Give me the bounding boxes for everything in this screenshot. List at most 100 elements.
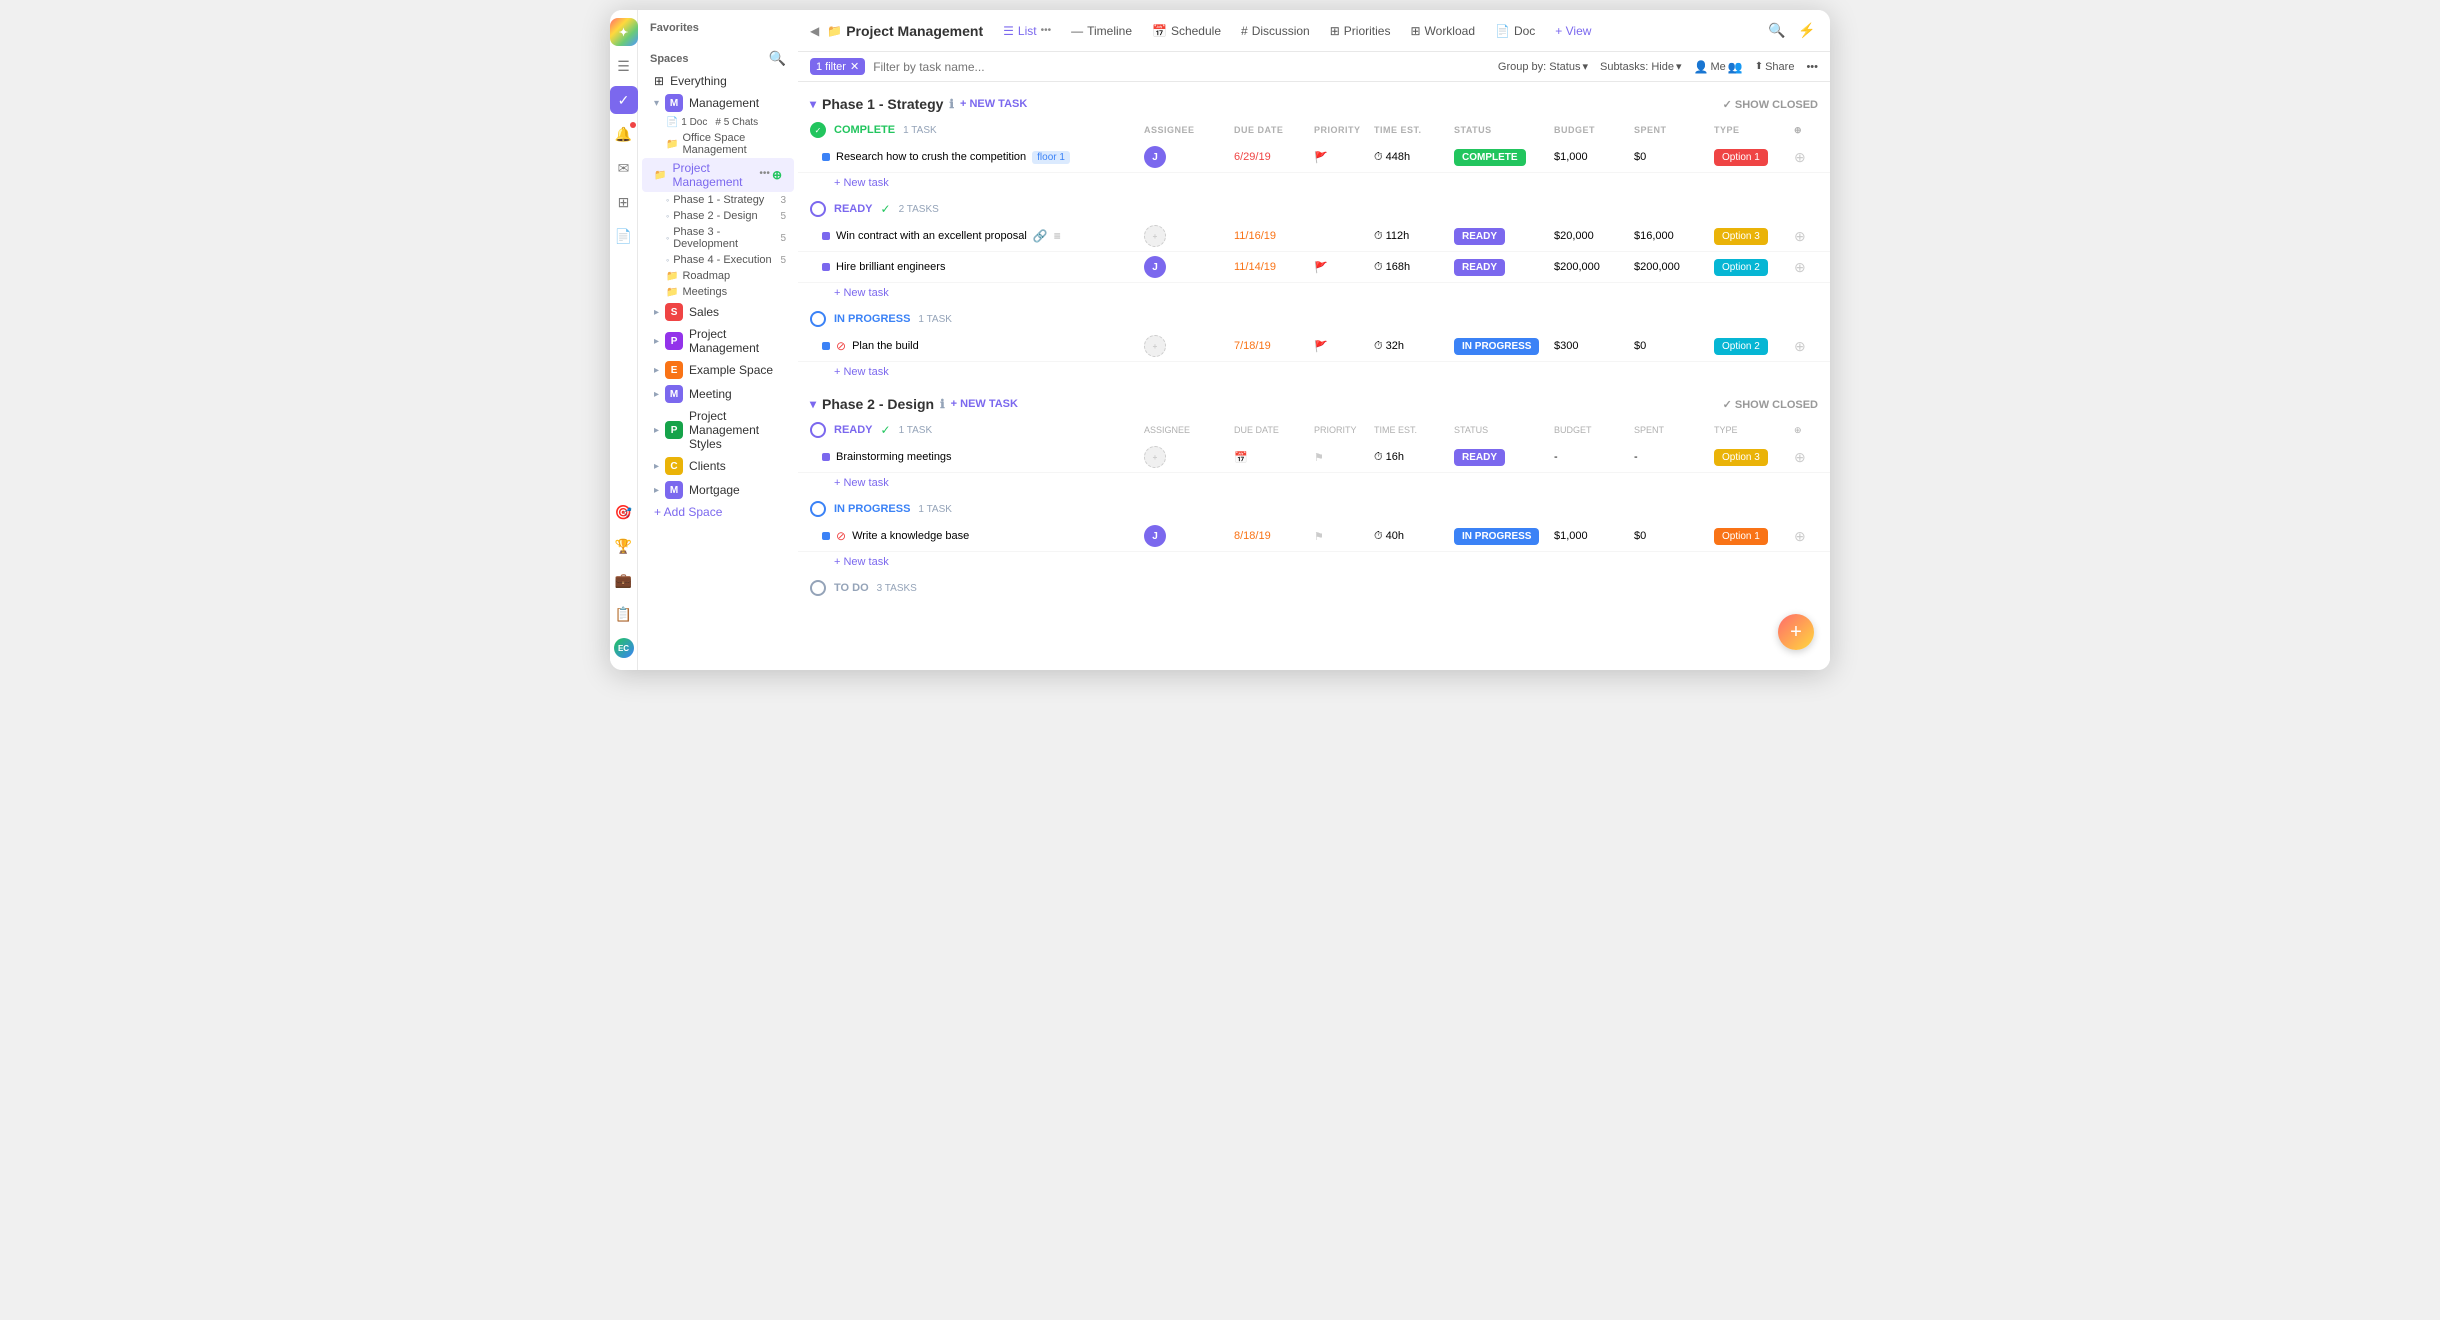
- link-icon[interactable]: 🔗: [1033, 229, 1048, 243]
- sidebar-item-pm-styles[interactable]: ▸ P Project Management Styles: [642, 406, 794, 454]
- group-by-btn[interactable]: Group by: Status ▾: [1498, 60, 1588, 73]
- phase-2-info-icon[interactable]: ℹ: [940, 397, 945, 411]
- row-add-icon[interactable]: ⊕: [1794, 259, 1818, 276]
- task-row: Win contract with an excellent proposal …: [798, 221, 1830, 252]
- spaces-search-icon[interactable]: 🔍: [769, 50, 786, 67]
- sidebar-item-everything[interactable]: ⊞ Everything: [642, 71, 794, 91]
- phase1-complete-header: ✓ COMPLETE 1 TASK ASSIGNEE DUE DATE PRIO…: [798, 118, 1830, 142]
- empty-avatar[interactable]: +: [1144, 335, 1166, 357]
- sidebar-item-sales[interactable]: ▸ S Sales: [642, 300, 794, 324]
- phase-2-collapse[interactable]: ▾: [810, 397, 816, 411]
- add-task-inprogress[interactable]: + New task: [798, 362, 1830, 382]
- phase-2-add-task[interactable]: + NEW TASK: [951, 398, 1018, 410]
- tab-list[interactable]: ☰ List •••: [995, 20, 1059, 42]
- tab-priorities[interactable]: ⊞ Priorities: [1322, 20, 1399, 42]
- sidebar-phase-execution[interactable]: ◦ Phase 4 - Execution 5: [638, 252, 798, 268]
- sidebar-item-office-space[interactable]: 📁 Office Space Management: [638, 130, 798, 158]
- sidebar-phase-development[interactable]: ◦ Phase 3 - Development 5: [638, 224, 798, 252]
- nav-icon-tasks[interactable]: ✓: [610, 86, 638, 114]
- row-add-icon[interactable]: ⊕: [1794, 149, 1818, 166]
- more-options-btn[interactable]: •••: [1806, 61, 1818, 73]
- phase-1-add-task[interactable]: + NEW TASK: [960, 98, 1027, 110]
- sidebar-item-project-management[interactable]: 📁 Project Management ••• ⊕: [642, 158, 794, 192]
- empty-avatar[interactable]: +: [1144, 446, 1166, 468]
- assignee-avatar[interactable]: J: [1144, 525, 1166, 547]
- nav-icon-trophy[interactable]: 🏆: [610, 532, 638, 560]
- priority-cell: 🚩: [1314, 151, 1374, 164]
- assignee-avatar[interactable]: J: [1144, 256, 1166, 278]
- nav-icon-dashboard[interactable]: ⊞: [610, 188, 638, 216]
- tab-discussion[interactable]: # Discussion: [1233, 20, 1318, 42]
- add-task-complete[interactable]: + New task: [798, 173, 1830, 193]
- more-options-icon[interactable]: •••: [759, 168, 770, 182]
- phase-1-info-icon[interactable]: ℹ: [949, 97, 954, 111]
- app-logo[interactable]: ✦: [610, 18, 638, 46]
- sidebar-item-management[interactable]: ▾ M Management: [642, 91, 794, 115]
- priority-cell: ⚑: [1314, 530, 1374, 543]
- time-est-cell: ⏱ 16h: [1374, 451, 1454, 464]
- nav-icon-home[interactable]: ☰: [610, 52, 638, 80]
- add-task-phase2-inprogress[interactable]: + New task: [798, 552, 1830, 572]
- tab-schedule[interactable]: 📅 Schedule: [1144, 20, 1229, 42]
- spent-cell: $0: [1634, 530, 1714, 542]
- sidebar-icon-strip: ✦ ☰ ✓ 🔔 ✉ ⊞ 📄 🎯 🏆 💼 📋 EC: [610, 10, 638, 670]
- filter-options: Group by: Status ▾ Subtasks: Hide ▾ 👤 Me…: [1498, 60, 1818, 74]
- phase-1-collapse[interactable]: ▾: [810, 97, 816, 111]
- tab-workload[interactable]: ⊞ Workload: [1402, 20, 1483, 42]
- phase1-inprogress-header: IN PROGRESS 1 TASK: [798, 307, 1830, 331]
- nav-icon-notifications[interactable]: 🔔: [610, 120, 638, 148]
- sidebar-item-example[interactable]: ▸ E Example Space: [642, 358, 794, 382]
- tab-timeline[interactable]: — Timeline: [1063, 20, 1140, 42]
- add-item-icon[interactable]: ⊕: [772, 168, 782, 182]
- filter-badge[interactable]: 1 filter ✕: [810, 58, 865, 75]
- add-view-btn[interactable]: + View: [1547, 20, 1599, 42]
- phase-1-show-closed[interactable]: ✓ SHOW CLOSED: [1723, 98, 1818, 111]
- add-space-button[interactable]: + Add Space: [642, 502, 794, 522]
- sidebar-item-clients[interactable]: ▸ C Clients: [642, 454, 794, 478]
- phase-2-show-closed[interactable]: ✓ SHOW CLOSED: [1723, 398, 1818, 411]
- me-btn[interactable]: 👤 Me 👥: [1694, 60, 1743, 74]
- row-add-icon[interactable]: ⊕: [1794, 449, 1818, 466]
- search-btn[interactable]: 🔍: [1766, 20, 1788, 42]
- task-row: ⊘ Plan the build + 7/18/19 🚩 ⏱ 32h IN: [798, 331, 1830, 362]
- nav-icon-briefcase[interactable]: 💼: [610, 566, 638, 594]
- user-avatar-small[interactable]: EC: [610, 634, 638, 662]
- empty-avatar[interactable]: +: [1144, 225, 1166, 247]
- sidebar-phase-design[interactable]: ◦ Phase 2 - Design 5: [638, 208, 798, 224]
- subtasks-btn[interactable]: Subtasks: Hide ▾: [1600, 60, 1682, 73]
- lightning-btn[interactable]: ⚡: [1796, 20, 1818, 42]
- nav-icon-doc2[interactable]: 📋: [610, 600, 638, 628]
- sidebar-item-meeting[interactable]: ▸ M Meeting: [642, 382, 794, 406]
- share-btn[interactable]: ⬆ Share: [1755, 61, 1795, 73]
- sidebar-phase-strategy[interactable]: ◦ Phase 1 - Strategy 3: [638, 192, 798, 208]
- row-add-icon[interactable]: ⊕: [1794, 338, 1818, 355]
- phase1-inprogress-group: IN PROGRESS 1 TASK ⊘ Plan the build +: [798, 307, 1830, 382]
- row-add-icon[interactable]: ⊕: [1794, 228, 1818, 245]
- priority-cell: ⚑: [1314, 451, 1374, 464]
- add-task-ready[interactable]: + New task: [798, 283, 1830, 303]
- inprogress-status-circle: [810, 311, 826, 327]
- task-dot: [822, 453, 830, 461]
- add-task-phase2-ready[interactable]: + New task: [798, 473, 1830, 493]
- task-row: ⊘ Write a knowledge base J 8/18/19 ⚑ ⏱ 4…: [798, 521, 1830, 552]
- phase1-ready-header: READY ✓ 2 TASKS: [798, 197, 1830, 221]
- nav-icon-inbox[interactable]: ✉: [610, 154, 638, 182]
- sidebar-item-pm[interactable]: ▸ P Project Management: [642, 324, 794, 358]
- row-add-icon[interactable]: ⊕: [1794, 528, 1818, 545]
- sidebar-roadmap[interactable]: 📁 Roadmap: [638, 268, 798, 284]
- sidebar-item-mortgage[interactable]: ▸ M Mortgage: [642, 478, 794, 502]
- add-fab-button[interactable]: +: [1778, 614, 1814, 650]
- filter-close-icon[interactable]: ✕: [850, 60, 859, 73]
- tab-doc[interactable]: 📄 Doc: [1487, 20, 1543, 42]
- nav-icon-goals[interactable]: 🎯: [610, 498, 638, 526]
- collapse-sidebar-btn[interactable]: ◀: [810, 24, 819, 38]
- nav-icon-docs[interactable]: 📄: [610, 222, 638, 250]
- filter-input[interactable]: [873, 60, 1490, 74]
- due-date-cell: 📅: [1234, 451, 1314, 464]
- task-list: ▾ Phase 1 - Strategy ℹ + NEW TASK ✓ SHOW…: [798, 82, 1830, 670]
- assignee-avatar[interactable]: J: [1144, 146, 1166, 168]
- list-icon[interactable]: ≡: [1054, 229, 1061, 243]
- sidebar-meetings[interactable]: 📁 Meetings: [638, 284, 798, 300]
- complete-status-circle: ✓: [810, 122, 826, 138]
- time-est-cell: ⏱ 32h: [1374, 340, 1454, 353]
